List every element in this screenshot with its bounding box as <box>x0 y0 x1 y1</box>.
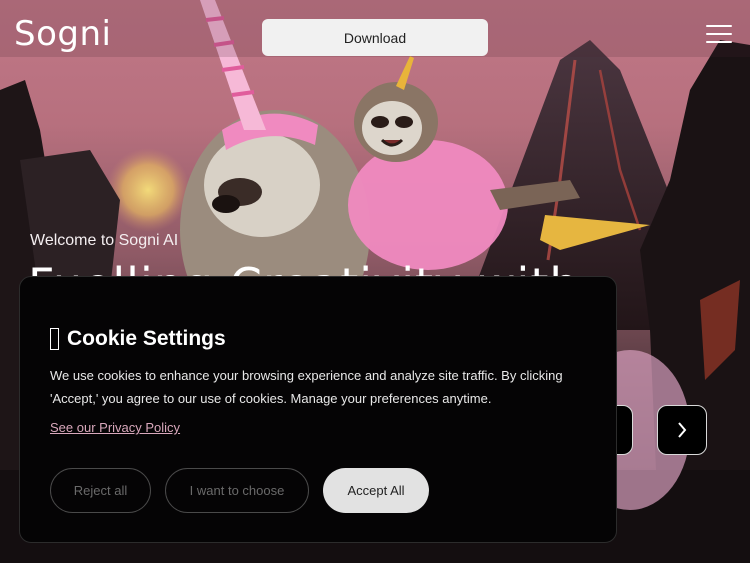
pink-boa <box>348 140 508 270</box>
cookie-description: We use cookies to enhance your browsing … <box>50 368 563 406</box>
reject-all-button[interactable]: Reject all <box>50 468 151 513</box>
chevron-right-icon <box>678 422 687 438</box>
welcome-text: Welcome to Sogni AI <box>30 232 179 249</box>
cookie-icon <box>50 328 59 350</box>
hamburger-menu-icon[interactable] <box>706 25 732 47</box>
sun <box>106 148 190 232</box>
privacy-policy-link[interactable]: See our Privacy Policy <box>50 420 180 435</box>
cookie-title: Cookie Settings <box>67 327 226 350</box>
choose-cookies-button[interactable]: I want to choose <box>165 468 309 513</box>
cookie-title-row: Cookie Settings <box>50 327 226 351</box>
accept-all-button[interactable]: Accept All <box>323 468 429 513</box>
download-button[interactable]: Download <box>262 19 488 56</box>
next-slide-button[interactable] <box>657 405 707 455</box>
cookie-settings-dialog: Cookie Settings We use cookies to enhanc… <box>19 276 617 543</box>
sogni-logo[interactable]: Sogni <box>14 14 111 54</box>
